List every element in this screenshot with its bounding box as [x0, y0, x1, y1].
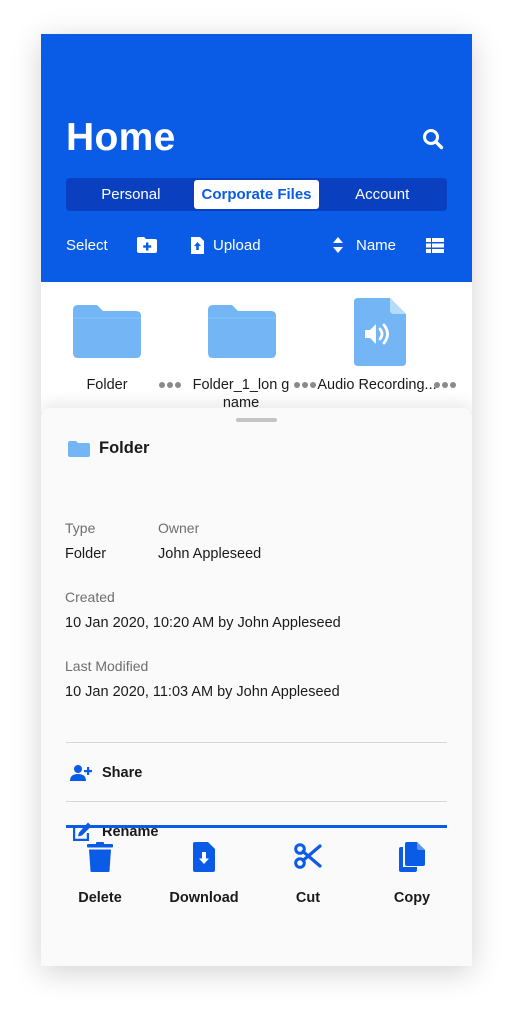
upload-label: Upload — [213, 236, 261, 254]
tab-corporate-files[interactable]: Corporate Files — [193, 180, 320, 209]
tab-account[interactable]: Account — [319, 180, 445, 209]
folder-icon — [73, 305, 141, 358]
folder-plus-icon — [137, 237, 157, 253]
file-name: Audio Recording... — [317, 377, 437, 393]
details-header: Folder — [68, 439, 149, 458]
scissors-icon — [294, 843, 322, 869]
folder-icon — [208, 305, 276, 358]
actions-divider — [66, 825, 447, 828]
search-icon — [423, 129, 444, 150]
delete-button[interactable]: Delete — [55, 842, 145, 912]
file-grid: Folder Folder_1_lon g name Audio Recordi… — [41, 282, 472, 412]
cut-label: Cut — [295, 890, 321, 906]
file-item[interactable]: Folder — [41, 282, 181, 412]
share-button[interactable]: Share — [70, 761, 142, 785]
file-item[interactable]: Folder_1_lon g name — [176, 282, 316, 412]
divider — [66, 742, 447, 743]
upload-icon — [191, 236, 204, 254]
app-screen: Home Personal Corporate Files Account Se… — [41, 34, 472, 966]
trash-icon — [87, 842, 113, 872]
share-label: Share — [102, 765, 143, 781]
page-title: Home — [66, 116, 176, 159]
cut-button[interactable]: Cut — [263, 842, 353, 912]
sort-label: Name — [356, 236, 397, 254]
audio-file-icon — [354, 298, 406, 366]
created-value: 10 Jan 2020, 10:20 AM by John Appleseed — [65, 615, 341, 631]
type-value: Folder — [65, 546, 107, 562]
details-sheet: Folder Type Owner Folder John Appleseed … — [41, 408, 472, 966]
tab-bar: Personal Corporate Files Account — [66, 178, 447, 211]
tab-personal[interactable]: Personal — [68, 180, 194, 209]
copy-button[interactable]: Copy — [367, 842, 457, 912]
more-options-button[interactable] — [434, 376, 456, 394]
owner-label: Owner — [158, 520, 200, 536]
toolbar: Select Upload Name — [41, 230, 472, 260]
search-button[interactable] — [421, 127, 445, 151]
copy-label: Copy — [393, 890, 431, 906]
type-label: Type — [65, 520, 96, 536]
file-name: Folder — [86, 377, 128, 393]
upload-button[interactable]: Upload — [190, 230, 261, 260]
sort-icon — [333, 237, 343, 253]
drag-handle[interactable] — [236, 418, 277, 422]
delete-label: Delete — [78, 890, 122, 906]
modified-value: 10 Jan 2020, 11:03 AM by John Appleseed — [65, 684, 340, 700]
download-label: Download — [169, 890, 239, 906]
folder-icon — [68, 440, 90, 457]
list-view-icon — [426, 237, 444, 253]
owner-value: John Appleseed — [158, 546, 262, 562]
file-item[interactable]: Audio Recording... — [311, 282, 456, 412]
add-user-icon — [70, 765, 92, 781]
select-button[interactable]: Select — [66, 230, 108, 260]
download-icon — [193, 842, 215, 872]
download-button[interactable]: Download — [159, 842, 249, 912]
header: Home Personal Corporate Files Account Se… — [41, 34, 472, 282]
view-toggle-button[interactable] — [426, 230, 444, 260]
copy-icon — [399, 842, 425, 872]
details-title: Folder — [99, 439, 150, 457]
divider — [66, 801, 447, 802]
new-folder-button[interactable] — [136, 230, 158, 260]
created-label: Created — [65, 589, 115, 605]
file-name: Folder_1_lon g name — [192, 377, 290, 411]
rename-button[interactable]: Rename — [70, 820, 158, 844]
sort-button[interactable]: Name — [332, 230, 396, 260]
modified-label: Last Modified — [65, 658, 149, 674]
